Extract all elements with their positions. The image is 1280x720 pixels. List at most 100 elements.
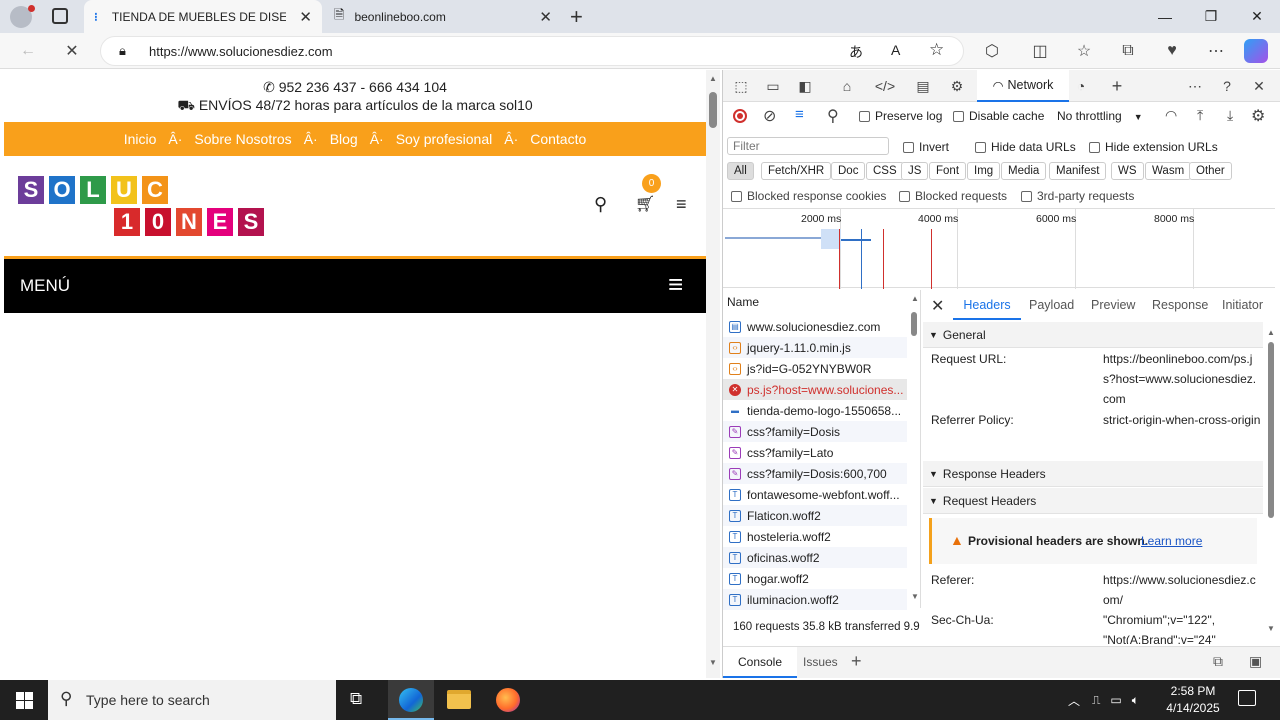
filter-css[interactable]: CSS: [866, 162, 904, 180]
request-row[interactable]: Thogar.woff2: [723, 568, 907, 589]
new-tab-icon[interactable]: +: [570, 4, 583, 30]
filter-other[interactable]: Other: [1189, 162, 1232, 180]
devtools-menu-icon[interactable]: ⋯: [1183, 74, 1207, 98]
general-section-header[interactable]: ▼ General: [923, 322, 1263, 348]
tab-payload[interactable]: Payload: [1029, 298, 1074, 312]
site-logo[interactable]: S O L U C 1 0 N E S: [18, 176, 274, 240]
main-menu-bar[interactable]: MENÚ ≡: [4, 256, 706, 313]
url-text[interactable]: https://www.solucionesdiez.com: [149, 44, 333, 59]
undock-drawer-icon[interactable]: ⧉: [1213, 653, 1223, 670]
scroll-down-icon[interactable]: ▼: [709, 658, 717, 667]
volume-icon[interactable]: 🔈︎: [1132, 693, 1139, 708]
collections-icon[interactable]: ⧉: [1114, 37, 1142, 65]
nav-sobre-nosotros[interactable]: Sobre Nosotros: [194, 131, 291, 147]
menu-label[interactable]: MENÚ: [20, 276, 70, 296]
menu-toggle-icon[interactable]: ≡: [668, 269, 683, 300]
response-headers-section[interactable]: ▼ Response Headers: [923, 461, 1263, 487]
lock-icon[interactable]: 🔒︎: [119, 43, 126, 59]
timeline-overview[interactable]: 2000 ms 4000 ms 6000 ms 8000 ms: [723, 208, 1275, 289]
firefox-icon[interactable]: [496, 688, 520, 712]
favorite-star-icon[interactable]: ☆: [929, 40, 944, 60]
scroll-thumb[interactable]: [911, 312, 917, 336]
inspect-icon[interactable]: ⬚: [729, 74, 753, 98]
cart-icon[interactable]: 🛒︎: [635, 194, 655, 214]
import-har-icon[interactable]: ⤒: [1197, 107, 1203, 124]
scroll-up-icon[interactable]: ▲: [709, 74, 717, 83]
scroll-thumb[interactable]: [1268, 342, 1274, 518]
search-icon[interactable]: ⚲: [594, 194, 607, 215]
detail-scrollbar[interactable]: ▲ ▼: [1265, 328, 1277, 636]
hamburger-icon[interactable]: ≡: [676, 194, 687, 215]
read-aloud-icon[interactable]: あ: [849, 42, 863, 62]
invert-checkbox[interactable]: Invert: [903, 140, 949, 154]
blocked-cookies-checkbox[interactable]: Blocked response cookies: [731, 189, 886, 203]
request-row[interactable]: Toficinas.woff2: [723, 547, 907, 568]
third-party-checkbox[interactable]: 3rd-party requests: [1021, 189, 1134, 203]
filter-img[interactable]: Img: [967, 162, 1001, 180]
tab-beonlineboo[interactable]: 🗎 beonlineboo.com ✕: [324, 0, 562, 33]
request-row[interactable]: ▤ www.solucionesdiez.com: [723, 316, 907, 337]
filter-media[interactable]: Media: [1001, 162, 1047, 180]
close-drawer-icon[interactable]: ▣: [1249, 653, 1262, 670]
throttling-select[interactable]: No throttling ▼: [1057, 109, 1143, 123]
minimize-icon[interactable]: —: [1142, 0, 1188, 33]
network-settings-icon[interactable]: ⚙: [1251, 106, 1265, 126]
request-row[interactable]: Thosteleria.woff2: [723, 526, 907, 547]
add-drawer-tab-icon[interactable]: +: [851, 651, 862, 672]
tab-preview[interactable]: Preview: [1091, 298, 1135, 312]
close-detail-icon[interactable]: ✕: [931, 296, 944, 316]
tray-chevron-icon[interactable]: ︿: [1068, 692, 1080, 709]
filter-icon[interactable]: ≡: [795, 106, 804, 123]
stop-icon[interactable]: ✕: [58, 37, 86, 65]
filter-font[interactable]: Font: [929, 162, 967, 180]
hide-extension-urls-checkbox[interactable]: Hide extension URLs: [1089, 140, 1218, 154]
back-icon[interactable]: ←: [14, 37, 42, 65]
tab-headers[interactable]: Headers: [953, 290, 1021, 320]
windows-start-icon[interactable]: [16, 692, 33, 709]
request-row[interactable]: Tiluminacion.woff2: [723, 589, 907, 610]
tab-network[interactable]: ◠ Network: [977, 70, 1069, 102]
edge-taskbar-icon[interactable]: [388, 680, 434, 720]
help-icon[interactable]: ?: [1215, 74, 1239, 98]
request-row[interactable]: ‹› js?id=G-052YNYBW0R: [723, 358, 907, 379]
request-row[interactable]: T Flaticon.woff2: [723, 505, 907, 526]
filter-ws[interactable]: WS: [1111, 162, 1144, 180]
task-view-icon[interactable]: ⧉: [350, 689, 362, 709]
scroll-up-icon[interactable]: ▲: [1267, 328, 1275, 337]
sources-icon[interactable]: ⚙: [945, 74, 969, 98]
tab-tienda[interactable]: ⁝ TIENDA DE MUEBLES DE DISEÑO ✕: [84, 0, 322, 33]
close-tab-icon[interactable]: ✕: [539, 8, 552, 26]
tab-response[interactable]: Response: [1152, 298, 1208, 312]
address-bar[interactable]: 🔒︎ https://www.solucionesdiez.com あ A ☆: [100, 36, 964, 66]
notifications-icon[interactable]: [1238, 690, 1256, 706]
request-row-error[interactable]: ✕ ps.js?host=www.soluciones...: [723, 379, 907, 400]
request-row[interactable]: ✎ css?family=Dosis: [723, 421, 907, 442]
clock[interactable]: 2:58 PM 4/14/2025: [1166, 683, 1220, 717]
network-icon[interactable]: ▭: [1110, 693, 1121, 707]
filter-js[interactable]: JS: [901, 162, 929, 180]
request-headers-section[interactable]: ▼ Request Headers: [923, 488, 1263, 514]
scroll-thumb[interactable]: [709, 92, 717, 128]
text-icon[interactable]: A: [891, 42, 900, 58]
request-row[interactable]: ▬ tienda-demo-logo-1550658...: [723, 400, 907, 421]
page-scrollbar[interactable]: ▲ ▼: [706, 70, 720, 678]
elements-icon[interactable]: </>: [873, 74, 897, 98]
more-tools-icon[interactable]: +: [1105, 74, 1129, 98]
filter-manifest[interactable]: Manifest: [1049, 162, 1107, 180]
blocked-requests-checkbox[interactable]: Blocked requests: [899, 189, 1007, 203]
device-toolbar-icon[interactable]: ▭: [761, 74, 785, 98]
file-explorer-icon[interactable]: [447, 690, 471, 709]
welcome-home-icon[interactable]: ⌂: [835, 74, 859, 98]
scroll-down-icon[interactable]: ▼: [1267, 624, 1275, 633]
request-list-scrollbar[interactable]: ▲ ▼: [909, 290, 920, 606]
nav-inicio[interactable]: Inicio: [124, 131, 157, 147]
scroll-up-icon[interactable]: ▲: [911, 294, 919, 303]
clear-icon[interactable]: ⊘: [763, 106, 776, 126]
network-conditions-icon[interactable]: ◠: [1165, 107, 1177, 124]
search-icon[interactable]: ⚲: [827, 106, 839, 126]
restore-icon[interactable]: ❐: [1188, 0, 1234, 33]
export-har-icon[interactable]: ⤓: [1227, 107, 1233, 124]
learn-more-link[interactable]: Learn more: [1141, 534, 1202, 548]
performance-icon[interactable]: ♥: [1158, 37, 1186, 65]
filter-input[interactable]: Filter: [727, 137, 889, 155]
